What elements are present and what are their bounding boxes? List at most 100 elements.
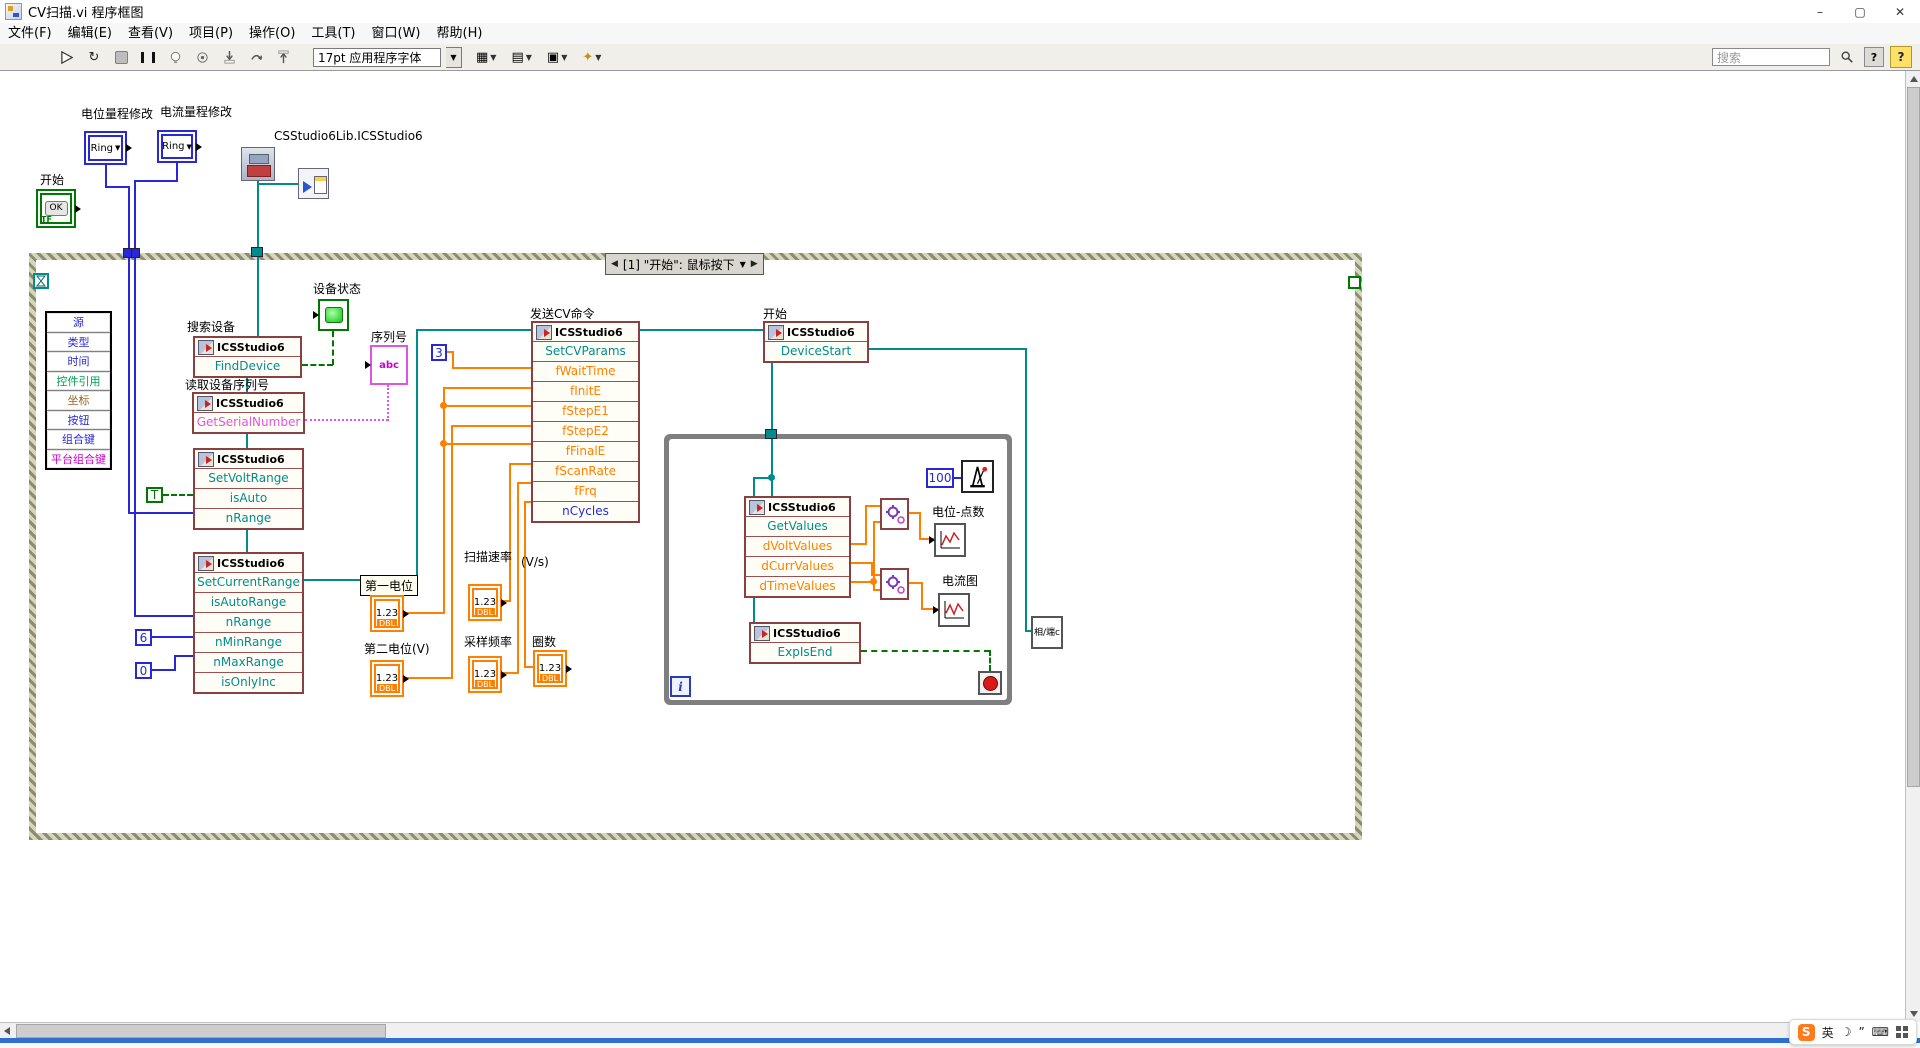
abort-button[interactable]	[110, 46, 132, 68]
search-icon[interactable]	[1836, 46, 1858, 68]
node-method-row[interactable]: fFrq	[533, 481, 638, 501]
align-objects-dropdown[interactable]: ▦▼	[475, 46, 497, 68]
wire[interactable]	[332, 331, 334, 365]
wire[interactable]	[451, 425, 531, 427]
node-method-row[interactable]: GetValues	[746, 516, 849, 536]
ime-language-toggle[interactable]: 英	[1822, 1024, 1834, 1041]
wire[interactable]	[128, 512, 193, 514]
step-into-icon[interactable]	[218, 46, 240, 68]
node-method-row[interactable]: GetSerialNumber	[194, 412, 303, 432]
node-method-row[interactable]: SetCVParams	[533, 341, 638, 361]
horizontal-scrollbar[interactable]	[0, 1022, 1905, 1039]
tunnel[interactable]	[1348, 276, 1361, 289]
wire[interactable]	[302, 364, 333, 366]
menu-item[interactable]: 操作(O)	[241, 23, 303, 44]
distribute-objects-dropdown[interactable]: ▤▼	[510, 46, 532, 68]
step-over-icon[interactable]	[245, 46, 267, 68]
wire[interactable]	[134, 615, 193, 617]
event-data-node[interactable]: 源类型时间控件引用坐标按钮组合键平台组合键	[45, 311, 112, 470]
wire[interactable]	[174, 655, 193, 657]
wire[interactable]	[257, 181, 259, 336]
node-method-row[interactable]: isOnlyInc	[195, 672, 302, 692]
event-selector-label[interactable]: ◀ [1] "开始": 鼠标按下 ▼ ▶	[605, 253, 764, 275]
reorder-dropdown[interactable]: ✦▼	[581, 46, 602, 68]
wire[interactable]	[163, 494, 193, 496]
wire[interactable]	[919, 512, 921, 540]
next-case-icon[interactable]: ▶	[751, 259, 758, 269]
menu-item[interactable]: 文件(F)	[0, 23, 60, 44]
wire[interactable]	[451, 425, 453, 678]
event-data-item[interactable]: 坐标	[47, 391, 110, 411]
wire[interactable]	[517, 482, 531, 484]
scroll-left-icon[interactable]	[4, 1027, 10, 1035]
pause-button[interactable]	[137, 46, 159, 68]
node-method-row[interactable]: SetVoltRange	[195, 468, 302, 488]
wire[interactable]	[443, 443, 531, 445]
search-input[interactable]: 搜索	[1712, 48, 1830, 66]
wire[interactable]	[524, 501, 531, 503]
node-method-row[interactable]: nRange	[195, 612, 302, 632]
array-convert-node-icon[interactable]	[880, 498, 909, 530]
run-button[interactable]	[56, 46, 78, 68]
numeric-constant-3[interactable]: 3	[431, 344, 447, 361]
node-method-row[interactable]: isAutoRange	[195, 592, 302, 612]
menu-item[interactable]: 项目(P)	[181, 23, 241, 44]
wire[interactable]	[865, 505, 880, 507]
numeric-constant-100[interactable]: 100	[926, 468, 954, 488]
wire[interactable]	[128, 186, 130, 514]
wire[interactable]	[404, 677, 453, 679]
font-dropdown-icon[interactable]: ▼	[446, 47, 462, 68]
node-method-row[interactable]: ExpIsEnd	[751, 642, 859, 662]
node-method-row[interactable]: dCurrValues	[746, 556, 849, 576]
highlight-execution-icon[interactable]	[164, 46, 186, 68]
previous-case-icon[interactable]: ◀	[611, 259, 618, 269]
ring-control-terminal-pot[interactable]: Ring ▼	[84, 131, 127, 165]
invoke-node-set-cv-params[interactable]: ICSStudio6 SetCVParamsfWaitTimefInitEfSt…	[531, 321, 640, 523]
wire[interactable]	[452, 351, 454, 368]
event-timeout-terminal[interactable]	[33, 273, 49, 289]
wire[interactable]	[873, 521, 875, 582]
invoke-node-get-values[interactable]: ICSStudio6 GetValuesdVoltValuesdCurrValu…	[744, 496, 851, 598]
wire[interactable]	[509, 463, 531, 465]
ok-button-terminal[interactable]: OK TF	[36, 189, 76, 228]
event-data-item[interactable]: 源	[47, 313, 110, 333]
tunnel[interactable]	[131, 248, 140, 258]
resize-objects-dropdown[interactable]: ▣▼	[546, 46, 568, 68]
dbl-terminal-second-pot[interactable]: 1.23 DBL	[370, 660, 404, 697]
dbl-terminal-scan-rate[interactable]: 1.23 DBL	[468, 584, 502, 621]
wire[interactable]	[134, 180, 178, 182]
close-button[interactable]: ✕	[1880, 0, 1920, 23]
node-method-row[interactable]: nMinRange	[195, 632, 302, 652]
menu-item[interactable]: 窗口(W)	[364, 23, 429, 44]
wire[interactable]	[404, 612, 445, 614]
tunnel[interactable]	[765, 429, 777, 439]
wire[interactable]	[873, 589, 880, 591]
keyboard-icon[interactable]: ⌨	[1872, 1025, 1889, 1039]
node-method-row[interactable]: fScanRate	[533, 461, 638, 481]
string-indicator-terminal[interactable]: abc	[370, 345, 408, 385]
quote-icon[interactable]: ”	[1858, 1025, 1864, 1039]
wire[interactable]	[416, 329, 531, 331]
tunnel[interactable]	[251, 247, 263, 257]
vertical-scrollbar[interactable]	[1905, 71, 1920, 1022]
node-method-row[interactable]: dTimeValues	[746, 576, 849, 596]
node-method-row[interactable]: SetCurrentRange	[195, 572, 302, 592]
node-method-row[interactable]: fStepE2	[533, 421, 638, 441]
boolean-true-constant[interactable]: T	[146, 487, 163, 503]
dbl-terminal-sample-freq[interactable]: 1.23 DBL	[468, 656, 502, 693]
dbl-terminal-cycles[interactable]: 1.23 DBL	[533, 650, 567, 687]
vertical-scroll-thumb[interactable]	[1907, 87, 1920, 787]
constructor-node-icon[interactable]	[241, 147, 275, 181]
node-method-row[interactable]: fInitE	[533, 381, 638, 401]
loop-condition-terminal[interactable]	[978, 671, 1002, 695]
wire[interactable]	[865, 505, 867, 544]
minimize-button[interactable]: –	[1800, 0, 1840, 23]
horizontal-scroll-thumb[interactable]	[16, 1024, 386, 1038]
dbl-terminal-first-pot[interactable]: 1.23 DBL	[370, 595, 404, 632]
invoke-node-set-volt-range[interactable]: ICSStudio6 SetVoltRangeisAutonRange	[193, 448, 304, 530]
wire[interactable]	[305, 419, 388, 421]
scroll-down-icon[interactable]	[1910, 1011, 1918, 1017]
numeric-constant-6[interactable]: 6	[135, 629, 152, 646]
waveform-chart-terminal-pot[interactable]	[934, 523, 966, 557]
event-data-item[interactable]: 组合键	[47, 430, 110, 450]
